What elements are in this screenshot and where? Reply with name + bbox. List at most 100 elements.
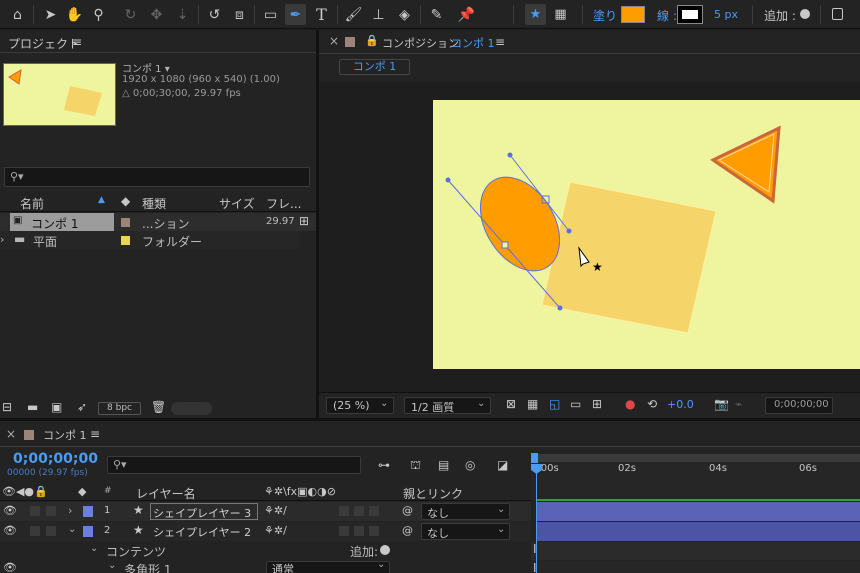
frame-blending-icon[interactable]: ▤ (438, 458, 449, 472)
type-icon[interactable]: T (311, 4, 332, 25)
parent-dropdown[interactable]: なし ⌄ (421, 523, 510, 540)
project-menu-icon[interactable]: ≡ (72, 35, 82, 49)
zoom-dropdown[interactable]: (25 %) ⌄ (326, 397, 394, 414)
label-color[interactable] (345, 37, 355, 47)
exposure-value[interactable]: +0.0 (667, 398, 694, 411)
chevron-right-icon[interactable]: › (68, 504, 72, 517)
close-icon[interactable]: × (6, 427, 16, 441)
col-type[interactable]: 種類 (142, 195, 166, 212)
polygon-row[interactable]: 👁 ⌄ 多角形 1 通常 ⌄ (0, 561, 531, 573)
fill-swatch[interactable] (621, 6, 645, 23)
comp-subtab[interactable]: コンポ 1 (339, 59, 410, 75)
contents-row[interactable]: ⌄ コンテンツ 追加: (0, 542, 531, 560)
motion-blur-icon[interactable]: ◎ (465, 458, 475, 472)
zoom-icon[interactable]: ⚲ (88, 4, 109, 25)
work-area-bar[interactable] (531, 454, 860, 462)
layer-switches[interactable]: ⚘✲/ (264, 504, 287, 517)
orbit-icon[interactable]: ↻ (120, 4, 141, 25)
project-row[interactable]: ▣ コンポ 1 ...ション 29.97 ⊞ (0, 213, 316, 231)
add-menu-icon[interactable] (380, 545, 390, 555)
comp-canvas[interactable]: ★ (433, 100, 860, 369)
interpret-footage-icon[interactable]: ⊟ (2, 400, 12, 414)
resolution-dropdown[interactable]: 1/2 画質 ⌄ (404, 397, 491, 414)
home-icon[interactable]: ⌂ (7, 4, 28, 25)
comp-menu-icon[interactable]: ≡ (495, 35, 505, 49)
bpc-button[interactable]: 8 bpc (98, 402, 141, 415)
layer-name-field[interactable]: シェイプレイヤー 3 (150, 503, 258, 520)
roto-brush-icon[interactable]: ✎ (426, 4, 447, 25)
col-size[interactable]: サイズ (219, 195, 255, 212)
stroke-swatch[interactable] (677, 5, 703, 24)
label-color[interactable] (24, 430, 34, 440)
puppet-icon[interactable]: 📌 (456, 4, 477, 25)
project-title[interactable]: プロジェクト (8, 35, 80, 52)
chevron-down-icon[interactable]: ⌄ (90, 543, 98, 554)
transparency-grid-icon[interactable]: ▦ (527, 397, 538, 411)
reset-exposure-icon[interactable]: ⟲ (647, 397, 657, 411)
snapshot-camera-icon[interactable]: 📷 (714, 397, 729, 411)
current-time-field[interactable]: 0;00;00;00 (765, 397, 833, 414)
label-color[interactable] (121, 236, 130, 245)
work-area-start-handle[interactable] (531, 453, 538, 463)
fast-preview-icon[interactable]: ⊠ (506, 397, 516, 411)
scrollbar[interactable] (171, 402, 212, 415)
eraser-icon[interactable]: ◈ (394, 4, 415, 25)
sort-asc-icon[interactable]: ▲ (98, 195, 105, 205)
timeline-tab-title[interactable]: コンポ 1 (43, 427, 87, 443)
pick-whip-icon[interactable]: @ (402, 524, 413, 537)
label-tag-icon[interactable]: ◆ (121, 194, 130, 208)
comp-tab-title[interactable]: コンポジション (382, 35, 459, 51)
show-snapshot-icon[interactable]: ⌁ (735, 397, 742, 411)
star-tool-icon[interactable]: ★ (525, 4, 546, 25)
lock-icon[interactable]: 🔒 (365, 34, 379, 47)
dolly-icon[interactable]: ⇣ (172, 4, 193, 25)
graph-editor-icon[interactable]: ◪ (497, 458, 508, 472)
new-composition-icon[interactable]: ▣ (51, 400, 62, 414)
comp-tab-name[interactable]: コンポ 1 (451, 35, 495, 51)
eye-icon[interactable]: 👁 (3, 504, 17, 517)
chevron-right-icon[interactable]: › (0, 233, 4, 246)
pan-icon[interactable]: ✥ (146, 4, 167, 25)
timeline-search-input[interactable]: ⚲▾ (107, 456, 361, 474)
rectangle-icon[interactable]: ▭ (260, 4, 281, 25)
playhead[interactable] (536, 466, 537, 573)
checkbox[interactable] (832, 8, 843, 20)
clone-stamp-icon[interactable]: ⊥ (368, 4, 389, 25)
brush-icon[interactable]: 🖌 (343, 4, 364, 25)
col-name[interactable]: 名前 (20, 195, 44, 212)
new-folder-icon[interactable]: ▬ (27, 400, 38, 414)
layer-bar[interactable] (537, 522, 860, 541)
render-queue-icon[interactable]: ➶ (77, 400, 87, 414)
eye-icon[interactable]: 👁 (3, 561, 17, 573)
parent-dropdown[interactable]: なし ⌄ (421, 503, 510, 520)
col-layer-name[interactable]: レイヤー名 (136, 485, 196, 502)
project-search-input[interactable]: ⚲▾ (4, 167, 310, 187)
trash-icon[interactable]: 🗑 (151, 400, 166, 414)
selection-icon[interactable]: ➤ (40, 4, 61, 25)
timeline-layer-row[interactable]: 👁 › 1 ★ シェイプレイヤー 3 ⚘✲/ @ なし ⌄ (0, 502, 531, 521)
label-color[interactable] (121, 218, 130, 227)
hand-icon[interactable]: ✋ (64, 4, 85, 25)
time-ruler[interactable]: 0:00s 02s 04s 06s (531, 462, 860, 482)
label-color[interactable] (83, 506, 93, 517)
label-tag-icon[interactable]: ◆ (78, 485, 86, 498)
chevron-down-icon[interactable]: ⌄ (68, 524, 76, 535)
label-color[interactable] (83, 526, 93, 537)
project-row[interactable]: › ▬ 平面 フォルダー (0, 231, 300, 249)
guides-icon[interactable]: ⊞ (592, 397, 602, 411)
grid-icon[interactable]: ▦ (550, 4, 571, 25)
flowchart-icon[interactable]: ⊞ (299, 214, 309, 228)
camera-icon[interactable]: ⧈ (229, 4, 250, 25)
timeline-timecode[interactable]: 0;00;00;00 (13, 451, 98, 467)
rotate-icon[interactable]: ↺ (204, 4, 225, 25)
blend-mode-dropdown[interactable]: 通常 ⌄ (266, 561, 390, 573)
timeline-layer-row[interactable]: 👁 ⌄ 2 ★ シェイプレイヤー 2 ⚘✲/ @ なし ⌄ (0, 522, 531, 541)
region-of-interest-icon[interactable]: ▭ (570, 397, 581, 411)
eye-icon[interactable]: 👁 (3, 524, 17, 537)
timeline-menu-icon[interactable]: ≡ (90, 427, 100, 441)
col-parent[interactable]: 親とリンク (403, 485, 463, 502)
shy-layers-icon[interactable]: ⛫ (410, 458, 421, 474)
chevron-down-icon[interactable]: ⌄ (108, 561, 116, 571)
add-menu-icon[interactable] (800, 9, 810, 19)
comp-flowchart-icon[interactable]: ⊶ (378, 458, 390, 472)
